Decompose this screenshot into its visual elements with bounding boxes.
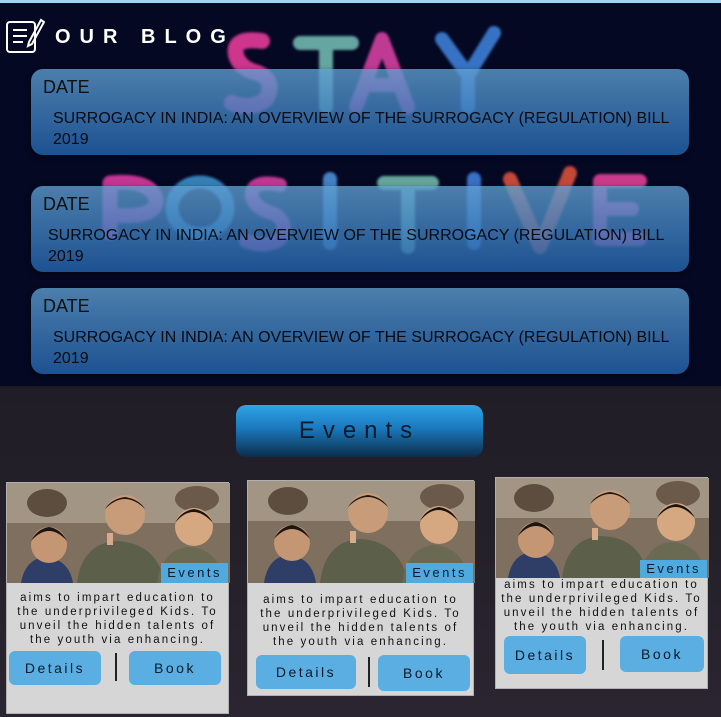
blog-post-date: DATE [43,77,90,97]
events-section: Events Events aims to impart education t… [0,388,721,717]
event-description: aims to impart education to the underpri… [501,579,702,633]
event-card: Events aims to impart education to the u… [6,482,230,714]
blog-post-date: DATE [43,296,90,316]
details-button[interactable]: Details [9,651,101,685]
blog-post-card[interactable]: DATE SURROGACY IN INDIA: AN OVERVIEW OF … [31,69,689,155]
button-divider [115,653,117,681]
book-button[interactable]: Book [378,655,470,691]
button-divider [602,640,604,670]
event-badge: Events [161,563,228,583]
blog-post-title[interactable]: SURROGACY IN INDIA: AN OVERVIEW OF THE S… [53,327,679,369]
blog-post-title[interactable]: SURROGACY IN INDIA: AN OVERVIEW OF THE S… [53,108,679,150]
events-heading: Events [236,405,483,457]
details-button[interactable]: Details [256,655,356,689]
event-description: aims to impart education to the underpri… [260,594,461,648]
event-description: aims to impart education to the underpri… [17,592,218,646]
blog-post-card[interactable]: DATE SURROGACY IN INDIA: AN OVERVIEW OF … [31,186,689,272]
event-badge: Events [640,560,707,578]
event-badge: Events [406,563,473,583]
blog-title: OUR BLOG [55,25,235,48]
blog-post-card[interactable]: DATE SURROGACY IN INDIA: AN OVERVIEW OF … [31,288,689,374]
book-button[interactable]: Book [129,651,221,685]
notepad-pen-icon [5,16,46,59]
blog-post-date: DATE [43,194,90,214]
details-button[interactable]: Details [504,636,586,674]
blog-post-title[interactable]: SURROGACY IN INDIA: AN OVERVIEW OF THE S… [48,225,679,267]
blog-section: OUR BLOG DATE SURROGACY IN INDIA: AN OVE… [0,0,721,386]
event-card: Events aims to impart education to the u… [247,480,475,696]
blog-header: OUR BLOG [5,16,235,59]
event-card: Events aims to impart education to the u… [495,477,709,689]
button-divider [368,657,370,687]
book-button[interactable]: Book [620,636,704,672]
